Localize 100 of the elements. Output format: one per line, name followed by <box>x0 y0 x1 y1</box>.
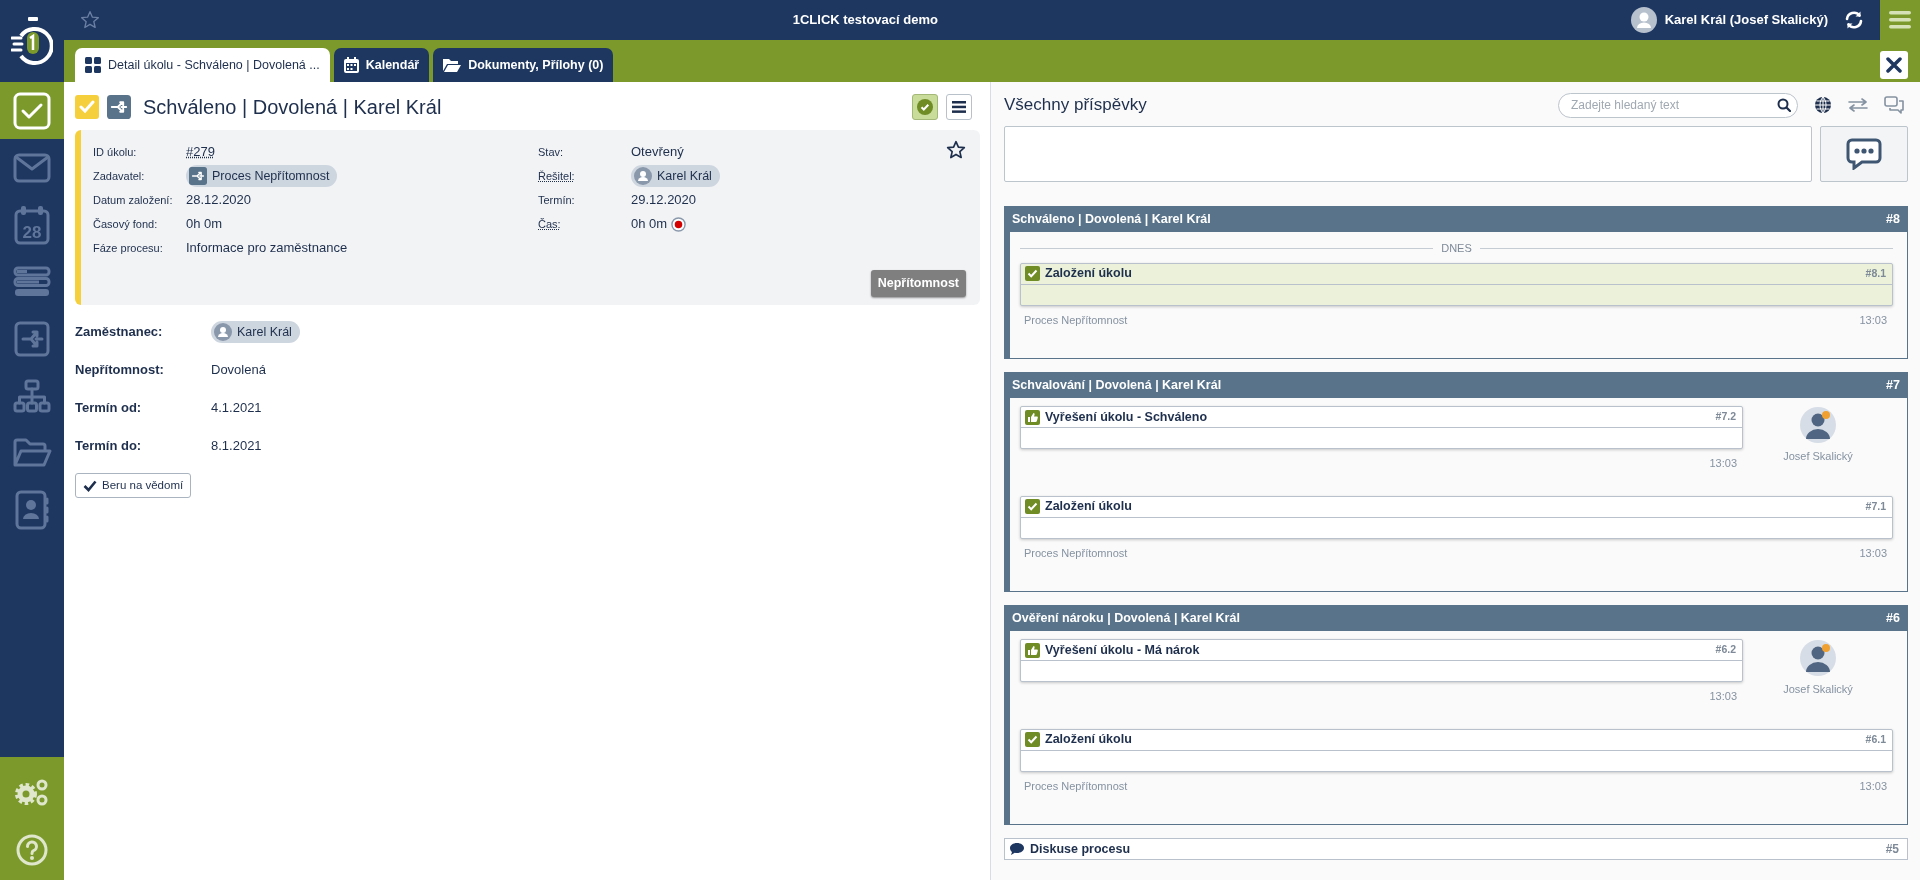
close-icon <box>1886 57 1902 73</box>
task-id-link[interactable]: #279 <box>186 142 215 162</box>
field-label: Fáze procesu: <box>93 240 164 256</box>
swap-arrows-icon[interactable] <box>1848 98 1868 112</box>
checkbox-icon[interactable] <box>12 90 52 131</box>
stopwatch-logo-icon <box>11 16 53 66</box>
checkbox-icon <box>1025 732 1040 747</box>
author-name: Josef Skalický <box>1783 682 1853 697</box>
post-number: #8.1 <box>1865 265 1886 281</box>
thumbs-up-icon <box>1025 642 1040 658</box>
record-icon[interactable] <box>671 216 687 232</box>
speech-bubble-icon <box>1009 842 1025 856</box>
contact-book-icon[interactable] <box>14 489 50 530</box>
field-label: Termín: <box>538 192 576 208</box>
menu-icon <box>1889 11 1911 29</box>
search-field[interactable]: Zadejte hledaný text <box>1558 92 1798 118</box>
menu-icon <box>952 101 966 113</box>
star-icon[interactable] <box>946 140 966 160</box>
person-icon <box>634 167 652 185</box>
app-title: 1CLICK testovací demo <box>791 11 939 30</box>
post-title: Vyřešení úkolu - Má nárok <box>1045 641 1200 659</box>
field-label: Řešitel: <box>538 168 576 184</box>
post-title: Založení úkolu <box>1045 498 1132 516</box>
field-label: Časový fond: <box>93 216 159 232</box>
sitemap-icon[interactable] <box>13 378 51 413</box>
envelope-icon[interactable] <box>13 152 51 183</box>
checkbox-icon <box>1025 266 1040 281</box>
field-value: 0h 0m <box>186 215 223 234</box>
person-chip[interactable]: Karel Král <box>631 164 720 188</box>
list-icon[interactable] <box>13 265 51 298</box>
field-value: 4.1.2021 <box>211 399 262 418</box>
group-number: #8 <box>1886 210 1900 228</box>
calendar-icon <box>343 57 359 73</box>
post-source: Proces Nepřítomnost <box>1024 312 1128 328</box>
checkmark-icon <box>79 100 95 114</box>
thumbs-up-icon <box>1025 409 1040 425</box>
post-number: #6.1 <box>1865 731 1886 747</box>
person-icon <box>214 323 232 341</box>
approve-button[interactable] <box>912 94 938 120</box>
refresh-icon[interactable] <box>1844 10 1864 30</box>
field-label: Stav: <box>538 144 565 160</box>
process-chip[interactable]: Proces Nepřítomnost <box>186 164 338 188</box>
field-label: Čas: <box>538 216 562 232</box>
group-number: #5 <box>1885 841 1899 858</box>
group-title: Schváleno | Dovolená | Karel Král <box>1012 210 1211 228</box>
field-value: 8.1.2021 <box>211 437 262 456</box>
star-icon[interactable] <box>80 10 100 30</box>
post-title: Založení úkolu <box>1045 265 1132 283</box>
folder-icon[interactable] <box>12 436 52 469</box>
post-source: Proces Nepřítomnost <box>1024 778 1128 794</box>
post-time: 13:03 <box>1709 689 1737 704</box>
field-label: ID úkolu: <box>93 144 138 160</box>
post-time: 13:03 <box>1709 456 1737 471</box>
workflow-icon[interactable] <box>14 320 50 357</box>
chat-bubbles-icon[interactable] <box>1884 96 1904 114</box>
globe-icon[interactable] <box>1814 96 1832 114</box>
menu-button[interactable] <box>946 94 972 120</box>
avatar-icon <box>1799 639 1837 677</box>
field-label: Termín od: <box>75 399 143 418</box>
send-button[interactable] <box>1820 126 1908 182</box>
post-time: 13:03 <box>1859 545 1887 561</box>
post-time: 13:03 <box>1859 312 1887 328</box>
search-icon[interactable] <box>1777 97 1791 112</box>
post-number: #7.2 <box>1715 409 1736 425</box>
post-number: #6.2 <box>1715 642 1736 658</box>
acknowledge-button[interactable]: Beru na vědomí <box>75 473 192 499</box>
group-title: Diskuse procesu <box>1030 840 1131 858</box>
field-label: Termín do: <box>75 437 143 456</box>
field-value: Informace pro zaměstnance <box>186 239 348 258</box>
field-value: Otevřený <box>631 143 684 162</box>
user-avatar-icon[interactable] <box>1630 7 1657 33</box>
close-button[interactable] <box>1880 51 1908 79</box>
task-title: Schváleno | Dovolená | Karel Král <box>143 95 443 120</box>
field-value: 0h 0m <box>631 215 668 234</box>
workflow-icon <box>107 95 131 119</box>
field-label: Zadavatel: <box>93 168 146 184</box>
author-name: Josef Skalický <box>1783 449 1853 464</box>
field-label: Zaměstnanec: <box>75 323 164 342</box>
group-number: #7 <box>1886 376 1900 394</box>
tab[interactable]: Dokumenty, Přílohy (0) <box>433 48 614 82</box>
post-source: Proces Nepřítomnost <box>1024 545 1128 561</box>
group-title: Schvalování | Dovolená | Karel Král <box>1012 376 1222 394</box>
group-number: #6 <box>1886 609 1900 627</box>
feed-title: Všechny příspěvky <box>1004 94 1148 117</box>
post-title: Vyřešení úkolu - Schváleno <box>1045 408 1208 426</box>
check-circle-icon <box>917 99 933 115</box>
field-value: 29.12.2020 <box>631 191 697 210</box>
avatar-icon <box>1799 406 1837 444</box>
help-icon[interactable] <box>16 834 48 866</box>
checkmark-icon <box>83 479 97 492</box>
tab[interactable]: Detail úkolu - Schváleno | Dovolená ... <box>75 48 330 82</box>
tab[interactable]: Kalendář <box>333 48 430 82</box>
post-time: 13:03 <box>1859 778 1887 794</box>
user-name[interactable]: Karel Král (Josef Skalický) <box>1664 10 1828 30</box>
date-divider: DNES <box>1020 240 1893 257</box>
message-input[interactable] <box>1004 126 1812 182</box>
phase-button[interactable]: Nepřítomnost <box>870 270 966 297</box>
person-chip[interactable]: Karel Král <box>211 320 300 344</box>
post-title: Založení úkolu <box>1045 731 1132 749</box>
checkbox-icon <box>1025 499 1040 514</box>
